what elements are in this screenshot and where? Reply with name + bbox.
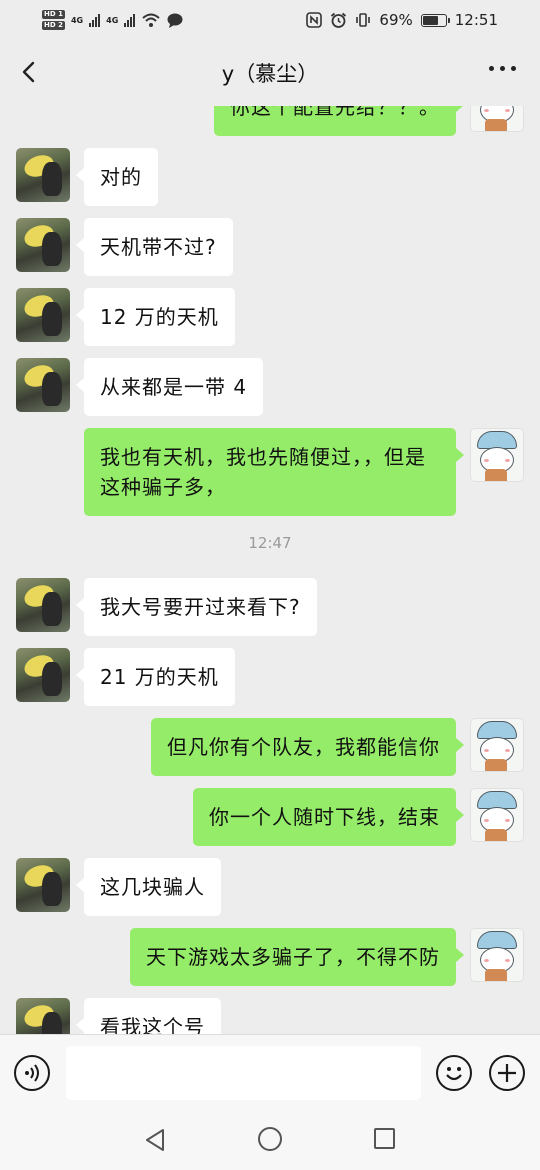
message-row: 对的 [0, 148, 540, 206]
friend-avatar[interactable] [16, 648, 70, 702]
my-message-bubble[interactable]: 天下游戏太多骗子了，不得不防 [130, 928, 464, 986]
nav-home-icon[interactable] [258, 1127, 282, 1151]
network2-label: 4G [106, 15, 119, 25]
my-avatar[interactable] [470, 718, 524, 772]
voice-icon[interactable] [14, 1055, 50, 1091]
battery-icon [420, 13, 450, 27]
sim-indicators: HD 1 HD 2 [42, 10, 65, 30]
smile-face-icon [446, 1067, 462, 1081]
status-left: HD 1 HD 2 4G 4G [42, 10, 183, 30]
message-row: 你一个人随时下线，结束 [0, 788, 540, 846]
status-time: 12:51 [454, 11, 498, 29]
voice-waves-icon [25, 1064, 39, 1082]
friend-message-bubble[interactable]: 从来都是一带 4 [75, 358, 264, 416]
network1-label: 4G [70, 15, 84, 25]
signal-icon [124, 13, 136, 27]
emoji-icon[interactable] [436, 1055, 472, 1091]
message-input[interactable] [66, 1046, 421, 1100]
sim1-label: HD 1 [42, 10, 65, 19]
friend-message-bubble[interactable]: 21 万的天机 [76, 648, 235, 706]
alarm-icon [331, 12, 347, 28]
nav-back-icon[interactable] [143, 1127, 167, 1153]
friend-message-bubble[interactable]: 我大号要开过来看下? [76, 578, 317, 636]
message-row: 你这个配置先给？？。 [0, 106, 540, 136]
system-nav-bar [0, 1110, 540, 1170]
friend-avatar[interactable] [16, 148, 70, 202]
message-row: 看我这个号 [0, 998, 540, 1034]
my-message-bubble[interactable]: 你这个配置先给？？。 [214, 106, 464, 136]
chevron-left-icon[interactable] [16, 58, 44, 86]
status-right: 69% 12:51 [306, 11, 498, 29]
friend-message-bubble[interactable]: 12 万的天机 [76, 288, 235, 346]
friend-message-bubble[interactable]: 这几块骗人 [76, 858, 221, 916]
message-row: 天下游戏太多骗子了，不得不防 [0, 928, 540, 986]
signal-icon [89, 13, 101, 27]
chat-area[interactable]: 你这个配置先给？？。 对的 天机带不过? 12 万的天机 从来都是一带 4 我也… [0, 106, 540, 1034]
friend-avatar[interactable] [16, 218, 70, 272]
my-avatar[interactable] [470, 788, 524, 842]
message-row: 我大号要开过来看下? [0, 578, 540, 636]
friend-avatar[interactable] [16, 578, 70, 632]
battery-fill [422, 15, 438, 25]
plus-sign-icon [498, 1064, 516, 1082]
input-bar [0, 1034, 540, 1110]
battery-percent: 69% [379, 11, 413, 29]
wifi-icon [142, 13, 160, 27]
message-notification-icon [167, 13, 183, 28]
nfc-icon [306, 12, 323, 28]
my-avatar[interactable] [470, 428, 524, 482]
my-message-bubble[interactable]: 我也有天机，我也先随便过，，但是这种骗子多， [84, 428, 464, 516]
message-row: 12 万的天机 [0, 288, 540, 346]
more-dots-icon[interactable] [489, 66, 516, 71]
timestamp: 12:47 [248, 534, 292, 552]
friend-avatar[interactable] [16, 998, 70, 1034]
vibrate-icon [356, 13, 371, 27]
my-avatar[interactable] [470, 928, 524, 982]
status-bar: HD 1 HD 2 4G 4G 69% 12:51 [0, 0, 540, 40]
friend-avatar[interactable] [16, 858, 70, 912]
my-message-bubble[interactable]: 你一个人随时下线，结束 [193, 788, 464, 846]
friend-message-bubble[interactable]: 天机带不过? [76, 218, 233, 276]
friend-avatar[interactable] [16, 358, 70, 412]
message-row: 但凡你有个队友，我都能信你 [0, 718, 540, 776]
message-row: 我也有天机，我也先随便过，，但是这种骗子多， [0, 428, 540, 516]
message-row: 这几块骗人 [0, 858, 540, 916]
nav-recent-icon[interactable] [374, 1128, 395, 1149]
plus-icon[interactable] [489, 1055, 525, 1091]
message-row: 21 万的天机 [0, 648, 540, 706]
friend-avatar[interactable] [16, 288, 70, 342]
chat-title: y（慕尘） [221, 62, 319, 86]
my-avatar[interactable] [470, 106, 524, 132]
message-row: 从来都是一带 4 [0, 358, 540, 416]
my-message-bubble[interactable]: 但凡你有个队友，我都能信你 [151, 718, 464, 776]
friend-message-bubble[interactable]: 对的 [76, 148, 158, 206]
message-row: 天机带不过? [0, 218, 540, 276]
sim2-label: HD 2 [42, 21, 65, 30]
chat-header: y（慕尘） [0, 40, 540, 106]
friend-message-bubble[interactable]: 看我这个号 [76, 998, 221, 1034]
